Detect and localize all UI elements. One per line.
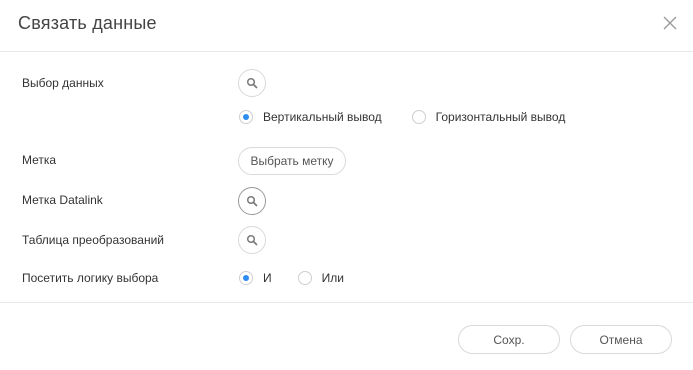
radio-label: Вертикальный вывод — [263, 110, 382, 124]
data-select-search-button[interactable] — [238, 69, 266, 97]
radio-and[interactable]: И — [239, 271, 272, 285]
transform-table-label: Таблица преобразований — [22, 233, 164, 247]
radio-indicator — [239, 110, 253, 124]
radio-indicator — [239, 271, 253, 285]
radio-horizontal-output[interactable]: Горизонтальный вывод — [411, 110, 566, 124]
visit-logic-group: И Или — [239, 271, 344, 285]
datalink-tag-label: Метка Datalink — [22, 193, 103, 207]
datalink-tag-search-button[interactable] — [238, 187, 266, 215]
link-data-dialog: Связать данные Выбор данных Вертикальный… — [0, 0, 693, 370]
tag-label: Метка — [22, 153, 57, 167]
radio-label: Горизонтальный вывод — [435, 110, 566, 124]
output-direction-group: Вертикальный вывод Горизонтальный вывод — [239, 110, 565, 124]
cancel-button[interactable]: Отмена — [570, 325, 672, 354]
save-button[interactable]: Сохр. — [458, 325, 560, 354]
visit-logic-label: Посетить логику выбора — [22, 271, 159, 285]
radio-or[interactable]: Или — [297, 271, 344, 285]
footer-divider — [0, 302, 693, 303]
radio-indicator — [297, 271, 312, 285]
search-icon — [246, 195, 258, 207]
data-select-label: Выбор данных — [22, 76, 104, 90]
radio-indicator — [411, 110, 426, 124]
search-icon — [246, 77, 258, 89]
dialog-title: Связать данные — [18, 13, 157, 33]
transform-table-search-button[interactable] — [238, 226, 266, 254]
radio-vertical-output[interactable]: Вертикальный вывод — [239, 110, 382, 124]
radio-label: Или — [321, 271, 344, 285]
search-icon — [246, 234, 258, 246]
select-tag-button[interactable]: Выбрать метку — [238, 147, 346, 175]
dialog-header: Связать данные — [0, 0, 693, 52]
radio-label: И — [263, 271, 272, 285]
close-icon[interactable] — [661, 14, 679, 32]
